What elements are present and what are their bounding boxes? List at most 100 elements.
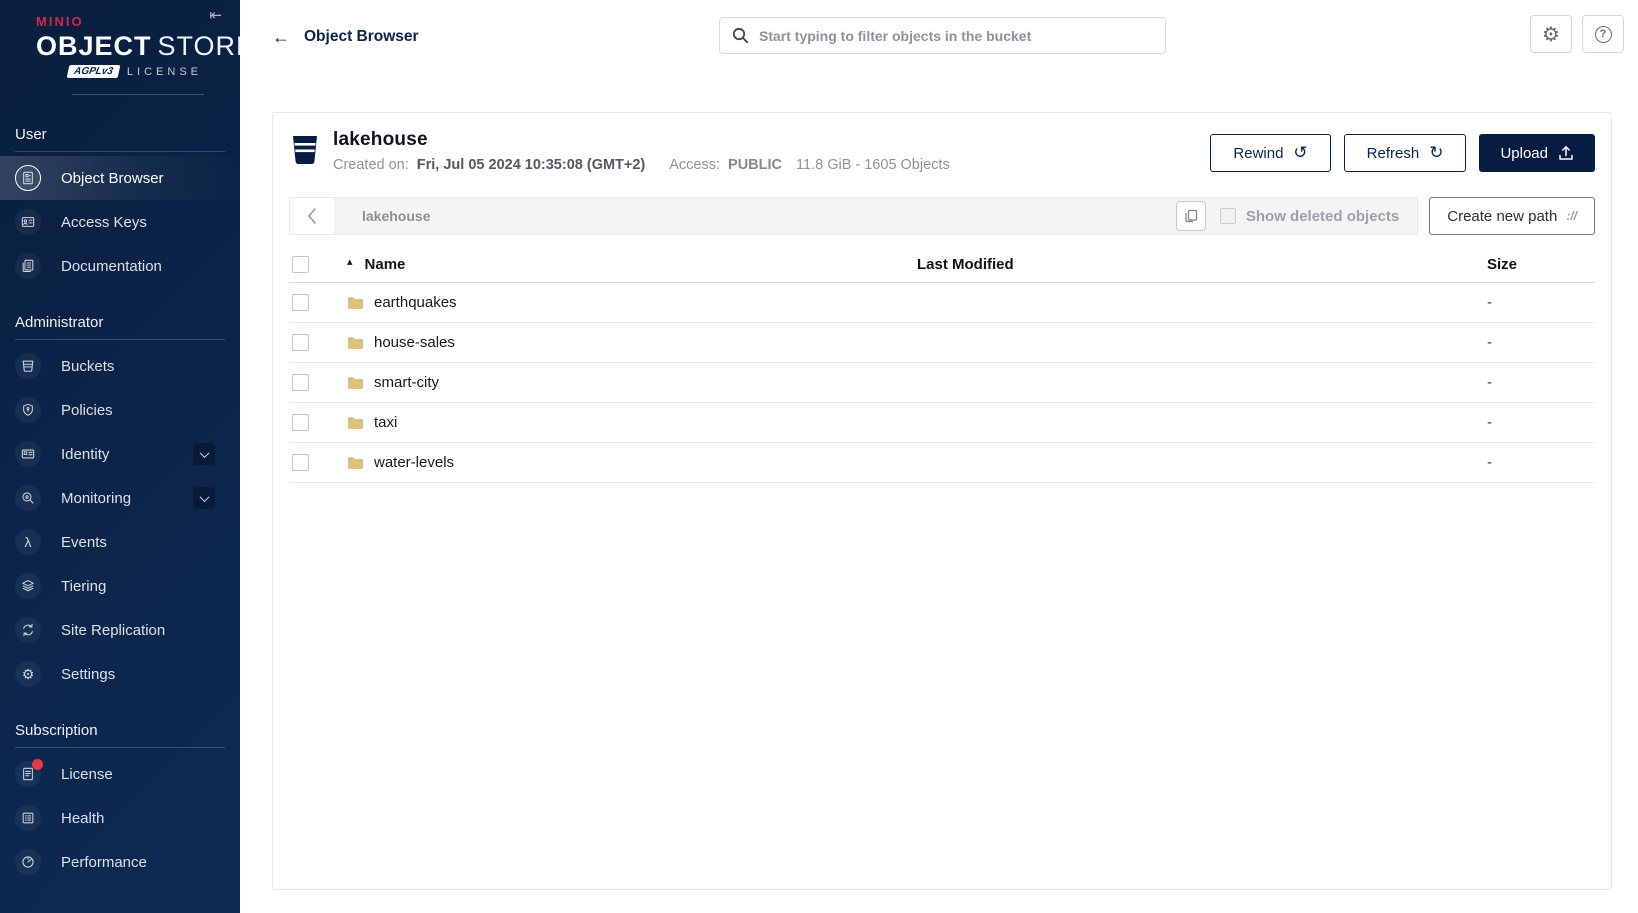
folder-icon <box>348 376 363 389</box>
table-row[interactable]: taxi - <box>289 403 1595 443</box>
filter-search-box <box>719 17 1166 54</box>
divider <box>72 94 204 95</box>
current-path: lakehouse <box>362 208 431 224</box>
access-value[interactable]: PUBLIC <box>728 157 782 173</box>
sidebar-item-buckets[interactable]: Buckets <box>0 344 240 388</box>
logo-area: ⇤ MINIO OBJECT STORE AGPLv3 LICENSE <box>0 0 254 100</box>
bucket-name: lakehouse <box>333 129 428 150</box>
refresh-icon: ↻ <box>1429 143 1444 162</box>
sidebar-item-identity[interactable]: Identity <box>0 432 240 476</box>
sidebar-item-label: License <box>61 765 113 783</box>
rewind-label: Rewind <box>1233 144 1284 162</box>
agpl-badge: AGPLv3 <box>66 65 121 78</box>
buckets-icon <box>22 360 34 372</box>
sidebar-item-monitoring[interactable]: Monitoring <box>0 476 240 520</box>
sidebar-collapse-icon[interactable]: ⇤ <box>209 6 222 24</box>
sidebar-item-label: Settings <box>61 665 116 683</box>
row-checkbox[interactable] <box>292 454 309 471</box>
table-row[interactable]: smart-city - <box>289 363 1595 403</box>
search-input[interactable] <box>759 27 1155 44</box>
folder-icon <box>348 416 363 429</box>
row-checkbox[interactable] <box>292 414 309 431</box>
sidebar-item-label: Policies <box>61 401 113 419</box>
expand-chevron[interactable] <box>193 487 215 509</box>
object-name: house-sales <box>374 334 455 351</box>
sidebar-item-health[interactable]: Health <box>0 796 240 840</box>
sidebar-item-label: Monitoring <box>61 489 132 507</box>
settings-button[interactable]: ⚙ <box>1530 15 1572 53</box>
gear-icon: ⚙ <box>21 666 35 682</box>
expand-chevron[interactable] <box>193 443 215 465</box>
folder-icon <box>348 456 363 469</box>
sidebar-item-license[interactable]: License <box>0 752 240 796</box>
objects-table: ▴ Name Last Modified Size earthquakes - <box>289 247 1595 483</box>
chevron-down-icon <box>199 491 209 502</box>
sidebar-item-access-keys[interactable]: Access Keys <box>0 200 240 244</box>
object-size: - <box>1487 334 1492 351</box>
chevron-left-icon <box>308 208 316 224</box>
search-icon <box>732 27 749 44</box>
help-button[interactable]: ? <box>1582 15 1624 53</box>
column-header-name[interactable]: Name <box>365 256 406 273</box>
sort-asc-icon[interactable]: ▴ <box>347 255 353 268</box>
license-row: AGPLv3 LICENSE <box>36 65 202 78</box>
sidebar-item-label: Object Browser <box>61 169 164 187</box>
sidebar-item-policies[interactable]: Policies <box>0 388 240 432</box>
main-area: ← Object Browser ⚙ ? lakehouse Created o… <box>240 0 1638 913</box>
show-deleted-toggle[interactable]: Show deleted objects <box>1219 208 1399 225</box>
topbar: ← Object Browser ⚙ ? <box>240 0 1638 76</box>
create-new-path-label: Create new path <box>1447 207 1558 225</box>
app-logo: OBJECT STORE <box>36 31 254 62</box>
gear-icon: ⚙ <box>1542 23 1560 46</box>
bucket-stats: 11.8 GiB - 1605 Objects <box>796 157 950 173</box>
upload-icon <box>1559 146 1573 160</box>
license-word: LICENSE <box>126 65 202 78</box>
show-deleted-checkbox[interactable] <box>1219 208 1236 224</box>
license-alert-dot <box>32 759 43 770</box>
created-label: Created on: <box>333 157 409 173</box>
divider <box>15 747 225 748</box>
sidebar-item-label: Health <box>61 809 105 827</box>
table-row[interactable]: water-levels - <box>289 443 1595 483</box>
policies-icon <box>23 403 33 416</box>
sidebar-section-administrator: Administrator Buckets Policies Identity … <box>0 288 240 696</box>
section-label: User <box>15 126 47 143</box>
folder-icon <box>348 296 363 309</box>
object-name: smart-city <box>374 374 439 391</box>
row-checkbox[interactable] <box>292 334 309 351</box>
sidebar-item-settings[interactable]: ⚙ Settings <box>0 652 240 696</box>
sidebar-item-object-browser[interactable]: Object Browser <box>0 156 240 200</box>
upload-button[interactable]: Upload <box>1479 134 1595 172</box>
refresh-label: Refresh <box>1366 144 1420 162</box>
rewind-button[interactable]: Rewind ↺ <box>1210 134 1331 172</box>
bucket-browser-card: lakehouse Created on: Fri, Jul 05 2024 1… <box>272 112 1612 890</box>
row-checkbox[interactable] <box>292 374 309 391</box>
back-arrow-icon[interactable]: ← <box>272 28 290 46</box>
object-size: - <box>1487 454 1492 471</box>
column-header-modified[interactable]: Last Modified <box>917 256 1487 273</box>
rewind-icon: ↺ <box>1293 143 1308 162</box>
table-row[interactable]: earthquakes - <box>289 283 1595 323</box>
sidebar-item-site-replication[interactable]: Site Replication <box>0 608 240 652</box>
sidebar-item-performance[interactable]: Performance <box>0 840 240 884</box>
sidebar-item-label: Performance <box>61 853 147 871</box>
select-all-checkbox[interactable] <box>292 256 309 273</box>
sidebar-item-events[interactable]: λ Events <box>0 520 240 564</box>
table-row[interactable]: house-sales - <box>289 323 1595 363</box>
sidebar-item-documentation[interactable]: Documentation <box>0 244 240 288</box>
section-label: Administrator <box>15 314 104 331</box>
sidebar-item-tiering[interactable]: Tiering <box>0 564 240 608</box>
refresh-button[interactable]: Refresh ↻ <box>1343 134 1467 172</box>
row-checkbox[interactable] <box>292 294 309 311</box>
tiering-layers-icon <box>22 580 34 592</box>
logo-object: OBJECT <box>36 31 152 61</box>
browse-bar: lakehouse Show deleted objects Create ne… <box>289 197 1595 235</box>
sidebar-item-label: Documentation <box>61 257 162 275</box>
create-new-path-button[interactable]: Create new path :// <box>1429 197 1595 235</box>
column-header-size[interactable]: Size <box>1487 256 1595 273</box>
copy-path-button[interactable] <box>1175 201 1206 231</box>
path-back-button[interactable] <box>290 198 334 234</box>
copy-icon <box>1185 209 1197 223</box>
sidebar-section-user: User Object Browser Access Keys Document… <box>0 100 240 288</box>
object-name: water-levels <box>374 454 455 471</box>
